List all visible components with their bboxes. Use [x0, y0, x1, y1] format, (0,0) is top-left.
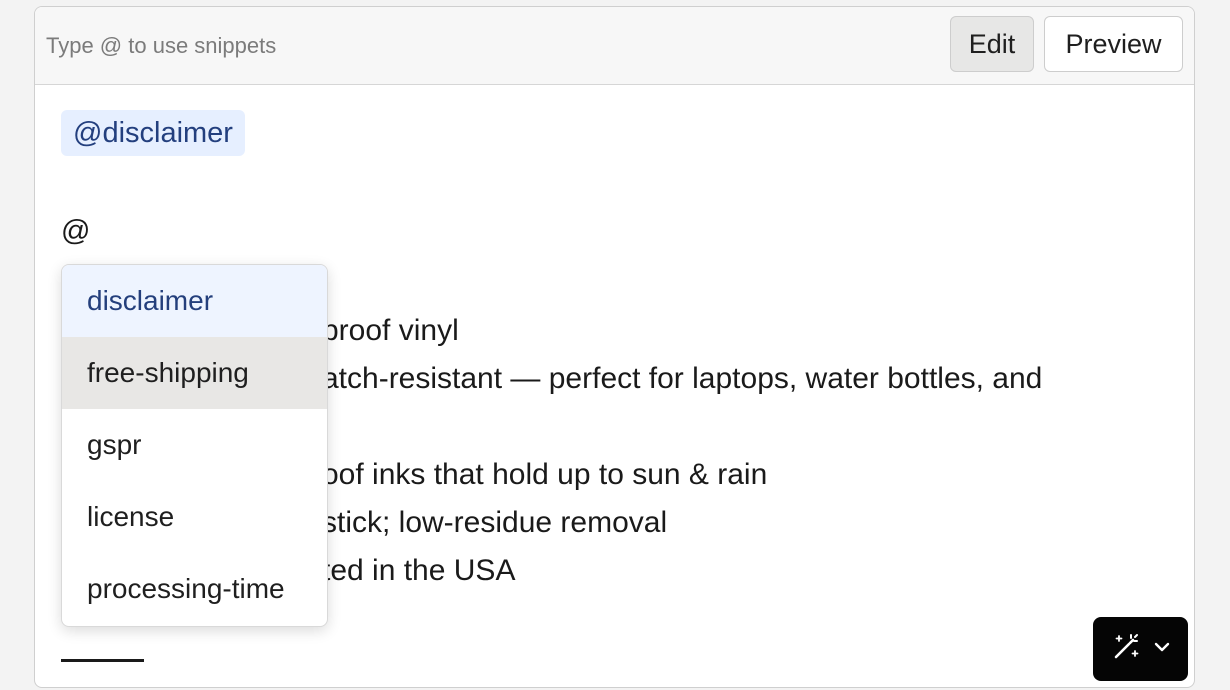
- snippet-option-processing-time[interactable]: processing-time: [62, 553, 327, 625]
- snippet-option-license[interactable]: license: [62, 481, 327, 553]
- magic-wand-icon: [1111, 632, 1141, 667]
- content-line: proof vinyl: [322, 314, 459, 347]
- snippet-option-free-shipping[interactable]: free-shipping: [62, 337, 327, 409]
- content-line: stick; low-residue removal: [322, 506, 668, 539]
- content-line: ted in the USA: [322, 554, 516, 587]
- snippet-option-gspr[interactable]: gspr: [62, 409, 327, 481]
- horizontal-rule: [61, 659, 144, 662]
- edit-button[interactable]: Edit: [950, 16, 1034, 72]
- snippet-option-disclaimer[interactable]: disclaimer: [62, 265, 327, 337]
- snippet-autocomplete-dropdown: disclaimer free-shipping gspr license pr…: [61, 264, 328, 627]
- content-line: atch-resistant — perfect for laptops, wa…: [322, 362, 1043, 395]
- content-line: oof inks that hold up to sun & rain: [322, 458, 768, 491]
- ai-assist-button[interactable]: [1093, 617, 1188, 681]
- chevron-down-icon: [1153, 640, 1171, 658]
- editor-toolbar: Type @ to use snippets Edit Preview: [35, 7, 1194, 85]
- snippet-chip-disclaimer[interactable]: @disclaimer: [61, 110, 245, 156]
- preview-button[interactable]: Preview: [1044, 16, 1183, 72]
- at-trigger-text: @: [61, 215, 91, 247]
- snippet-hint: Type @ to use snippets: [46, 33, 277, 58]
